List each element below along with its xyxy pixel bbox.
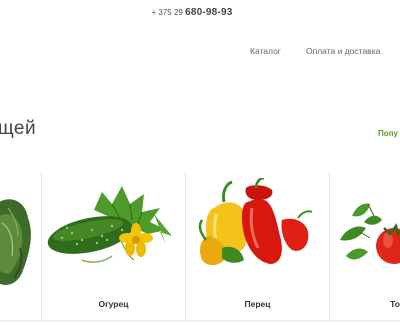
nav-item-payment-delivery[interactable]: Оплата и доставка	[306, 46, 380, 56]
product-label: Огурец	[98, 299, 129, 309]
section-title: щей	[0, 118, 37, 139]
product-label: Перец	[244, 299, 271, 309]
nav-item-catalog[interactable]: Каталог	[250, 46, 281, 56]
phone-number: 680-98-93	[185, 7, 233, 18]
product-grid: Огурец Перец То	[0, 172, 400, 322]
product-card-tomato[interactable]: То	[330, 172, 400, 320]
cabbage-image	[0, 199, 31, 285]
phone-prefix: + 375 29	[151, 8, 183, 17]
popular-link[interactable]: Попу	[378, 129, 398, 138]
header-phone[interactable]: + 375 29 680-98-93	[0, 7, 384, 18]
cucumber-image	[47, 186, 172, 263]
tomato-image	[340, 203, 400, 264]
product-card-cucumber[interactable]: Огурец	[42, 172, 185, 320]
pepper-image	[198, 178, 313, 266]
product-card-cabbage[interactable]	[0, 172, 41, 320]
product-card-pepper[interactable]: Перец	[186, 172, 329, 320]
grid-bottom-border	[0, 320, 400, 322]
product-label: То	[390, 299, 400, 309]
